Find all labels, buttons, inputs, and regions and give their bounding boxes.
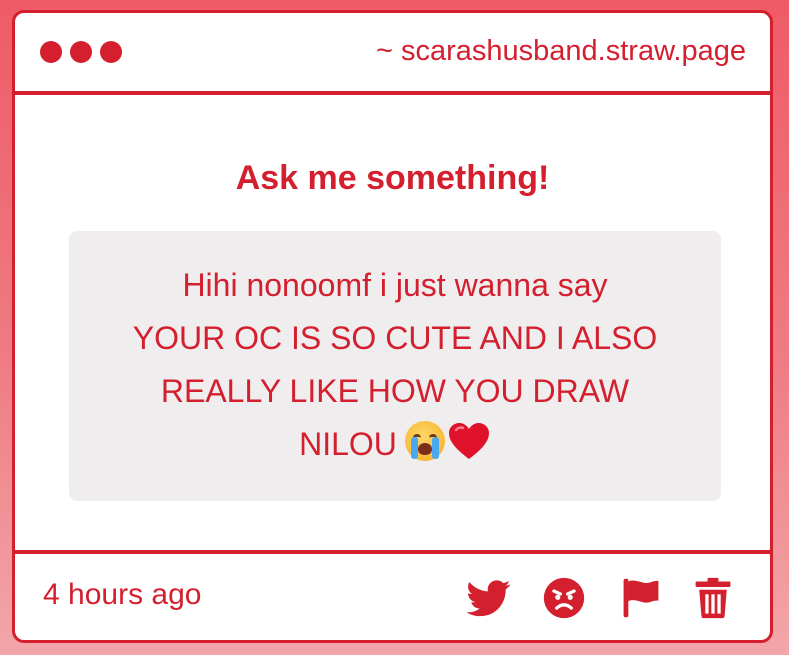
twitter-icon: [467, 580, 511, 617]
page-title: Ask me something!: [235, 159, 550, 197]
page-url: ~ scarashusband.straw.page: [376, 35, 746, 67]
card-footer: 4 hours ago: [15, 550, 770, 640]
crying-face-icon: [404, 421, 445, 461]
heart-icon: [448, 423, 489, 459]
window-dot-icon: [70, 41, 92, 63]
report-button[interactable]: [619, 576, 663, 620]
window-titlebar: ~ scarashusband.straw.page: [15, 13, 770, 95]
timestamp: 4 hours ago: [43, 578, 202, 611]
window-dot-icon: [40, 41, 62, 63]
block-user-button[interactable]: [542, 576, 586, 620]
trash-icon: [695, 577, 731, 619]
message-box: Hihi nonoomf i just wanna say YOUR OC IS…: [69, 231, 721, 501]
question-card: ~ scarashusband.straw.page Ask me someth…: [12, 10, 773, 643]
window-dot-icon: [100, 41, 122, 63]
flag-icon: [623, 578, 659, 618]
angry-face-icon: [543, 577, 585, 619]
delete-button[interactable]: [691, 576, 735, 620]
message-line: NILOU: [299, 426, 397, 462]
message-line: Hihi nonoomf i just wanna say: [182, 267, 608, 303]
message-line: REALLY LIKE HOW YOU DRAW: [160, 373, 630, 409]
message-line: YOUR OC IS SO CUTE AND I ALSO: [132, 320, 658, 356]
share-twitter-button[interactable]: [467, 576, 511, 620]
message-last-line: NILOU: [99, 418, 691, 471]
